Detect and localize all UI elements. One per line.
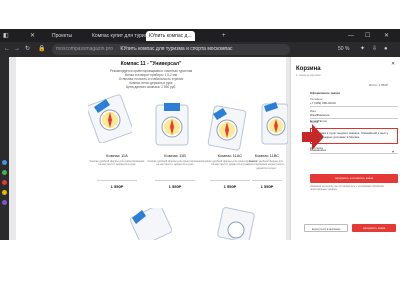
compass-image[interactable] [150,101,194,149]
window-maximize-icon[interactable]: ☐ [365,32,370,40]
extensions-icon[interactable]: ✦ [360,45,365,53]
product-name[interactable]: Компас 11В [150,153,200,158]
url-field[interactable]: moscompassmagazin.pro КУпить компас для … [52,44,290,55]
product-price: 1 550Р [260,184,274,189]
product-divider [210,180,250,181]
product-divider [252,180,282,181]
cart-close-icon[interactable]: ✕ [391,60,395,68]
profile-icon[interactable]: ● [384,45,388,53]
url-host-text: moscompassmagazin.pro [56,46,113,52]
phone-field[interactable]: +7 (999) 000-00-00 [310,100,398,107]
compass-image[interactable] [205,104,249,152]
catalog-title: Компас 11 - "Универсал" [120,61,182,67]
window-minimize-icon[interactable]: — [348,32,354,40]
product-divider [155,180,195,181]
url-page-title: КУпить компас для туризма и спорта моско… [120,46,233,52]
compass-image[interactable] [130,208,172,240]
forward-arrow-icon[interactable]: → [14,45,20,53]
reload-icon[interactable]: ↻ [25,45,30,53]
chevron-down-icon: ▾ [392,149,395,154]
consent-text: Нажимая на кнопку, вы соглашаетесь с усл… [310,185,385,191]
product-description: Компас удобной формы для ориентирования … [147,160,203,167]
secure-lock-icon: 🔒 [38,46,46,52]
window-close-icon[interactable]: ✕ [384,32,389,40]
tab-projects[interactable]: Проекты [52,31,72,41]
top-blank-area [0,0,400,29]
zoom-level[interactable]: 50 % [338,45,349,53]
tab-close-icon[interactable]: ✕ [30,32,35,40]
compass-image[interactable] [258,100,288,148]
download-icon[interactable]: ⇩ [372,45,377,53]
sidebar-app-icon[interactable] [2,170,7,175]
sidebar-app-icon[interactable] [2,180,7,185]
browser-menu-icon[interactable]: ◧ [3,32,9,40]
sidebar-app-icon[interactable] [2,200,7,205]
tab-compass-active[interactable]: КУпить компас д... [146,31,195,41]
product-divider [97,180,137,181]
sidebar-app-icon[interactable] [2,160,7,165]
product-price: 1 550Р [110,184,124,189]
order-form-title: Оформление заказа [310,91,340,95]
sidebar-app-icon[interactable] [2,190,7,195]
tab-compass-shop[interactable]: Компас купит для турист [92,31,150,41]
new-tab-icon[interactable]: + [222,32,226,40]
red-arrow-annotation [302,124,324,150]
back-arrow-icon[interactable]: ← [4,45,10,53]
bottom-blank-area [0,240,400,300]
compass-image[interactable] [88,93,132,143]
screenshot: ◧ ✕ Проекты Компас купит для турист КУпи… [0,0,400,300]
product-description: Компас удобной формы для ориентирования … [247,160,285,170]
cart-title: Корзина [296,66,321,72]
checkout-button[interactable]: оформить заказ [352,224,396,232]
product-name[interactable]: Компас 11А [92,153,142,158]
compass-image[interactable] [214,206,258,240]
catalog-subtitle: Цена данного компаса: 1 550 руб. [125,85,177,89]
product-price: 1 550Р [168,184,182,189]
cart-item-count: 1 товар в корзине [296,73,321,77]
product-name[interactable]: Компас 11ВС [246,153,288,158]
back-to-shop-button[interactable]: вернуться в магазин [304,224,348,232]
product-description: Компас удобной формы для ориентирования … [89,160,145,167]
pay-order-button[interactable]: оформить и оплатить заказ [310,174,398,183]
cart-total: Итого: 1 550Р [368,83,388,87]
app-sidebar [0,57,9,240]
